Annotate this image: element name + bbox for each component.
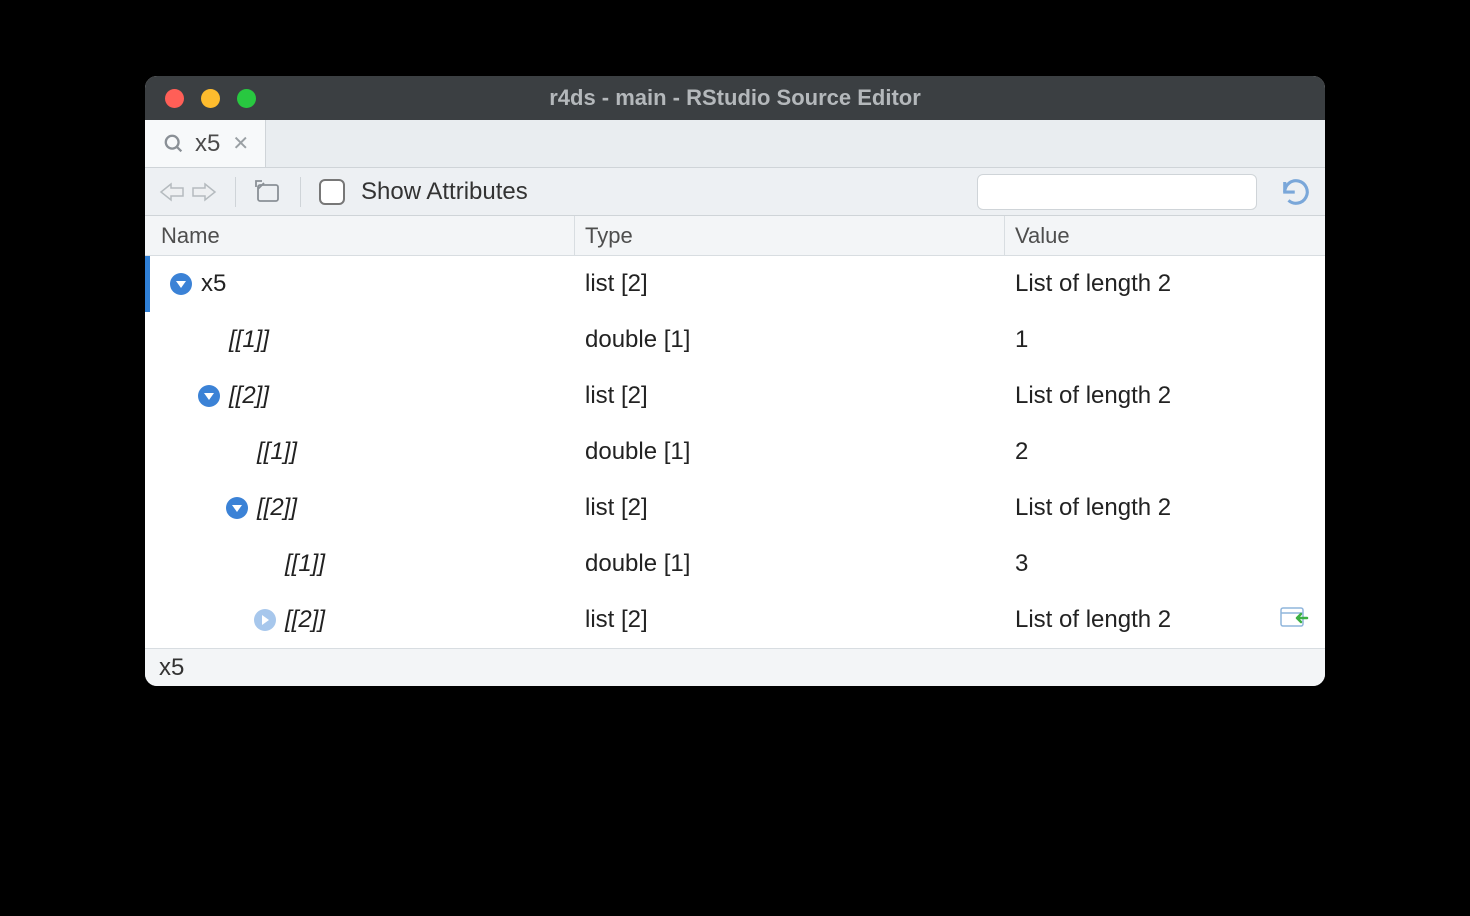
status-bar: x5 (145, 648, 1325, 686)
tree-row[interactable]: [[2]] list [2]List of length 2 (145, 368, 1325, 424)
value-cell: 2 (1005, 438, 1325, 466)
header-name[interactable]: Name (145, 216, 575, 255)
type-cell: list [2] (575, 382, 1005, 410)
tree-row[interactable]: [[1]] double [1]2 (145, 424, 1325, 480)
value-cell: List of length 2 (1005, 270, 1325, 298)
toolbar-divider (235, 177, 236, 207)
selection-accent (145, 256, 150, 312)
tree-row[interactable]: x5 list [2]List of length 2 (145, 256, 1325, 312)
header-type[interactable]: Type (575, 216, 1005, 255)
header-value[interactable]: Value (1005, 216, 1325, 255)
type-cell: list [2] (575, 606, 1005, 634)
tree-row[interactable]: [[2]] list [2]List of length 2 (145, 480, 1325, 536)
tab-bar: x5 ✕ (145, 120, 1325, 168)
search-input[interactable] (996, 180, 1261, 203)
row-name: [[2]] (229, 382, 269, 410)
row-name: [[2]] (257, 494, 297, 522)
name-cell: [[2]] (145, 494, 575, 522)
toolbar-divider (300, 177, 301, 207)
collapse-icon[interactable] (169, 272, 193, 296)
close-window-button[interactable] (165, 89, 184, 108)
collapse-icon[interactable] (225, 496, 249, 520)
window: r4ds - main - RStudio Source Editor x5 ✕… (145, 76, 1325, 686)
nav-arrows (159, 180, 217, 204)
tree-rows: x5list [2]List of length 2[[1]]double [1… (145, 256, 1325, 648)
status-path: x5 (159, 654, 184, 682)
row-name: [[2]] (285, 606, 325, 634)
tab-label: x5 (195, 130, 220, 158)
type-cell: list [2] (575, 270, 1005, 298)
row-name: x5 (201, 270, 226, 298)
nav-back-icon[interactable] (159, 180, 187, 204)
value-cell: List of length 2 (1005, 382, 1325, 410)
titlebar: r4ds - main - RStudio Source Editor (145, 76, 1325, 120)
name-cell: [[2]] (145, 606, 575, 634)
window-title: r4ds - main - RStudio Source Editor (549, 85, 921, 111)
type-cell: double [1] (575, 550, 1005, 578)
type-cell: list [2] (575, 494, 1005, 522)
show-attributes-checkbox[interactable] (319, 179, 345, 205)
minimize-window-button[interactable] (201, 89, 220, 108)
value-cell: 3 (1005, 550, 1325, 578)
type-cell: double [1] (575, 326, 1005, 354)
collapse-icon[interactable] (197, 384, 221, 408)
show-attributes-label: Show Attributes (361, 178, 528, 206)
expand-icon[interactable] (253, 608, 277, 632)
name-cell: [[1]] (145, 326, 575, 354)
value-cell: List of length 2 (1005, 494, 1325, 522)
name-cell: x5 (145, 270, 575, 298)
row-name: [[1]] (257, 438, 297, 466)
traffic-lights (165, 89, 256, 108)
row-name: [[1]] (229, 326, 269, 354)
send-to-console-icon[interactable] (1279, 604, 1309, 630)
nav-forward-icon[interactable] (189, 180, 217, 204)
row-name: [[1]] (285, 550, 325, 578)
search-box[interactable] (977, 174, 1257, 210)
name-cell: [[1]] (145, 438, 575, 466)
refresh-icon[interactable] (1281, 177, 1311, 207)
tree-row[interactable]: [[1]] double [1]3 (145, 536, 1325, 592)
tree-row[interactable]: [[2]] list [2]List of length 2 (145, 592, 1325, 648)
toolbar: Show Attributes (145, 168, 1325, 216)
name-cell: [[1]] (145, 550, 575, 578)
maximize-window-button[interactable] (237, 89, 256, 108)
column-headers: Name Type Value (145, 216, 1325, 256)
tree-row[interactable]: [[1]] double [1]1 (145, 312, 1325, 368)
type-cell: double [1] (575, 438, 1005, 466)
name-cell: [[2]] (145, 382, 575, 410)
value-cell: 1 (1005, 326, 1325, 354)
search-icon (163, 133, 185, 155)
tab-x5[interactable]: x5 ✕ (145, 120, 266, 167)
popout-icon[interactable] (254, 179, 282, 205)
close-tab-icon[interactable]: ✕ (232, 131, 249, 156)
value-cell: List of length 2 (1005, 606, 1325, 634)
